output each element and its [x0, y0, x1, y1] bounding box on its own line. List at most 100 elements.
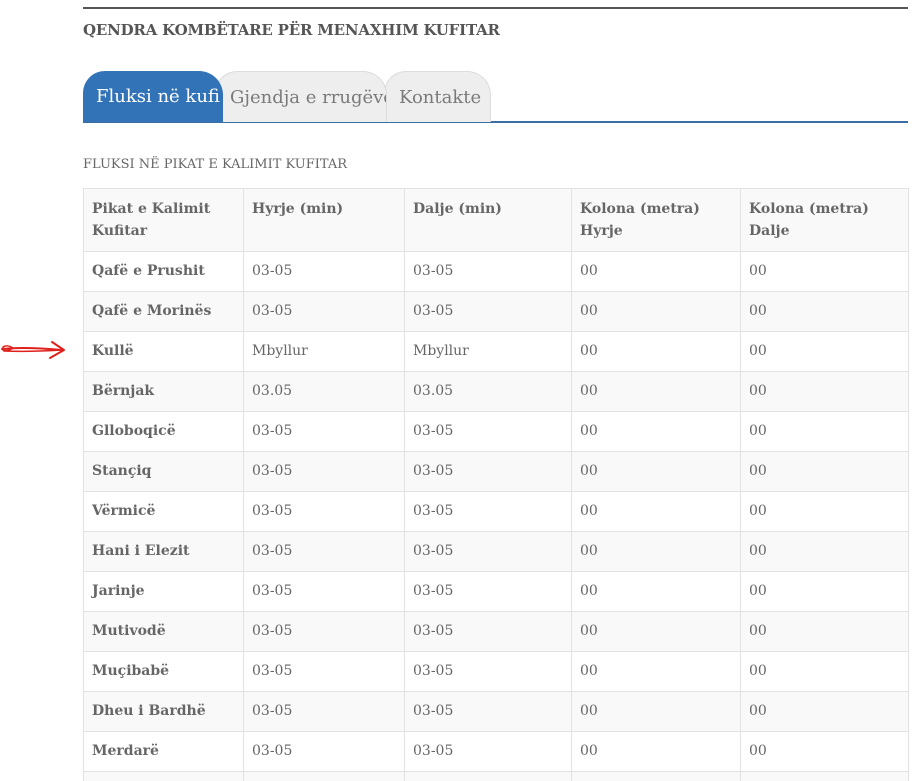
cell-exit-min: 03-05 — [404, 611, 572, 652]
cell-exit-min — [404, 771, 572, 781]
cell-queue-exit: 00 — [740, 691, 909, 732]
table-row: Hani i Elezit 03-05 03-05 00 00 — [83, 531, 909, 572]
cell-queue-entry: 00 — [571, 251, 741, 292]
table-row: Jarinje 03-05 03-05 00 00 — [83, 571, 909, 612]
tab-bar: Fluksi në kufi Gjendja e rrugëve Kontakt… — [83, 71, 908, 122]
cell-crossing-name: Muçibabë — [83, 651, 244, 692]
cell-queue-entry: 00 — [571, 371, 741, 412]
header-queue-exit: Kolona (metra) Dalje — [740, 188, 909, 252]
cell-entry-min: 03-05 — [243, 411, 405, 452]
cell-exit-min: 03-05 — [404, 251, 572, 292]
cell-crossing-name: Stançiq — [83, 451, 244, 492]
cell-entry-min: 03-05 — [243, 651, 405, 692]
tab-fluksi-ne-kufi[interactable]: Fluksi në kufi — [83, 71, 223, 122]
cell-queue-exit — [740, 771, 909, 781]
table-row: Kullë Mbyllur Mbyllur 00 00 — [83, 331, 909, 372]
cell-crossing-name: Dheu i Bardhë — [83, 691, 244, 732]
cell-queue-entry: 00 — [571, 611, 741, 652]
cell-queue-exit: 00 — [740, 531, 909, 572]
cell-queue-entry: 00 — [571, 491, 741, 532]
table-row: Mutivodë 03-05 03-05 00 00 — [83, 611, 909, 652]
cell-entry-min: 03-05 — [243, 251, 405, 292]
site-title: QENDRA KOMBËTARE PËR MENAXHIM KUFITAR — [83, 21, 500, 39]
red-arrow-icon — [1, 341, 65, 359]
cell-queue-exit: 00 — [740, 491, 909, 532]
tab-gjendja-e-rrugeve[interactable]: Gjendja e rrugëve — [215, 71, 387, 122]
cell-queue-entry: 00 — [571, 331, 741, 372]
cell-queue-entry: 00 — [571, 651, 741, 692]
table-row: Bërnjak 03.05 03.05 00 00 — [83, 371, 909, 412]
page: QENDRA KOMBËTARE PËR MENAXHIM KUFITAR Fl… — [0, 0, 918, 781]
cell-entry-min: 03-05 — [243, 611, 405, 652]
cell-queue-entry: 00 — [571, 291, 741, 332]
cell-crossing-name: Qafë e Prushit — [83, 251, 244, 292]
cell-exit-min: 03-05 — [404, 291, 572, 332]
cell-queue-entry: 00 — [571, 691, 741, 732]
cell-entry-min — [243, 771, 405, 781]
table-row: Vërmicë 03-05 03-05 00 00 — [83, 491, 909, 532]
cell-crossing-name: Kullë — [83, 331, 244, 372]
cell-queue-exit: 00 — [740, 451, 909, 492]
cell-exit-min: 03-05 — [404, 491, 572, 532]
cell-entry-min: 03-05 — [243, 691, 405, 732]
cell-queue-exit: 00 — [740, 571, 909, 612]
cell-queue-exit: 00 — [740, 651, 909, 692]
table-row: Muçibabë 03-05 03-05 00 00 — [83, 651, 909, 692]
table-row: Dheu i Bardhë 03-05 03-05 00 00 — [83, 691, 909, 732]
tab-kontakte[interactable]: Kontakte — [384, 71, 491, 122]
cell-exit-min: 03-05 — [404, 571, 572, 612]
table-row — [83, 771, 909, 781]
cell-crossing-name: Bërnjak — [83, 371, 244, 412]
cell-queue-entry: 00 — [571, 571, 741, 612]
cell-crossing-name: Merdarë — [83, 731, 244, 772]
cell-queue-exit: 00 — [740, 411, 909, 452]
cell-crossing-name: Hani i Elezit — [83, 531, 244, 572]
cell-exit-min: 03.05 — [404, 371, 572, 412]
cell-queue-entry: 00 — [571, 451, 741, 492]
cell-entry-min: 03.05 — [243, 371, 405, 412]
cell-entry-min: 03-05 — [243, 291, 405, 332]
cell-crossing-name: Glloboqicë — [83, 411, 244, 452]
cell-queue-exit: 00 — [740, 731, 909, 772]
table-row: Merdarë 03-05 03-05 00 00 — [83, 731, 909, 772]
cell-queue-exit: 00 — [740, 371, 909, 412]
cell-exit-min: 03-05 — [404, 691, 572, 732]
cell-exit-min: 03-05 — [404, 531, 572, 572]
border-flux-table: Pikat e Kalimit Kufitar Hyrje (min) Dalj… — [83, 188, 909, 781]
cell-exit-min: 03-05 — [404, 651, 572, 692]
cell-queue-exit: 00 — [740, 331, 909, 372]
cell-entry-min: 03-05 — [243, 571, 405, 612]
cell-entry-min: Mbyllur — [243, 331, 405, 372]
header-border-crossing: Pikat e Kalimit Kufitar — [83, 188, 244, 252]
cell-queue-exit: 00 — [740, 251, 909, 292]
cell-queue-entry — [571, 771, 741, 781]
cell-crossing-name: Vërmicë — [83, 491, 244, 532]
cell-queue-entry: 00 — [571, 411, 741, 452]
table-row: Qafë e Morinës 03-05 03-05 00 00 — [83, 291, 909, 332]
table-row: Glloboqicë 03-05 03-05 00 00 — [83, 411, 909, 452]
header-entry-min: Hyrje (min) — [243, 188, 405, 252]
cell-crossing-name: Mutivodë — [83, 611, 244, 652]
cell-entry-min: 03-05 — [243, 731, 405, 772]
cell-exit-min: 03-05 — [404, 731, 572, 772]
header-queue-entry: Kolona (metra) Hyrje — [571, 188, 741, 252]
cell-crossing-name — [83, 771, 244, 781]
cell-exit-min: 03-05 — [404, 411, 572, 452]
cell-exit-min: 03-05 — [404, 451, 572, 492]
cell-crossing-name: Qafë e Morinës — [83, 291, 244, 332]
top-divider — [83, 7, 908, 9]
table-row: Stançiq 03-05 03-05 00 00 — [83, 451, 909, 492]
cell-crossing-name: Jarinje — [83, 571, 244, 612]
cell-queue-exit: 00 — [740, 291, 909, 332]
table-header-row: Pikat e Kalimit Kufitar Hyrje (min) Dalj… — [83, 188, 909, 252]
cell-exit-min: Mbyllur — [404, 331, 572, 372]
section-title: FLUKSI NË PIKAT E KALIMIT KUFITAR — [83, 157, 348, 172]
cell-entry-min: 03-05 — [243, 491, 405, 532]
header-exit-min: Dalje (min) — [404, 188, 572, 252]
cell-queue-exit: 00 — [740, 611, 909, 652]
cell-queue-entry: 00 — [571, 731, 741, 772]
cell-entry-min: 03-05 — [243, 451, 405, 492]
cell-entry-min: 03-05 — [243, 531, 405, 572]
table-row: Qafë e Prushit 03-05 03-05 00 00 — [83, 251, 909, 292]
cell-queue-entry: 00 — [571, 531, 741, 572]
